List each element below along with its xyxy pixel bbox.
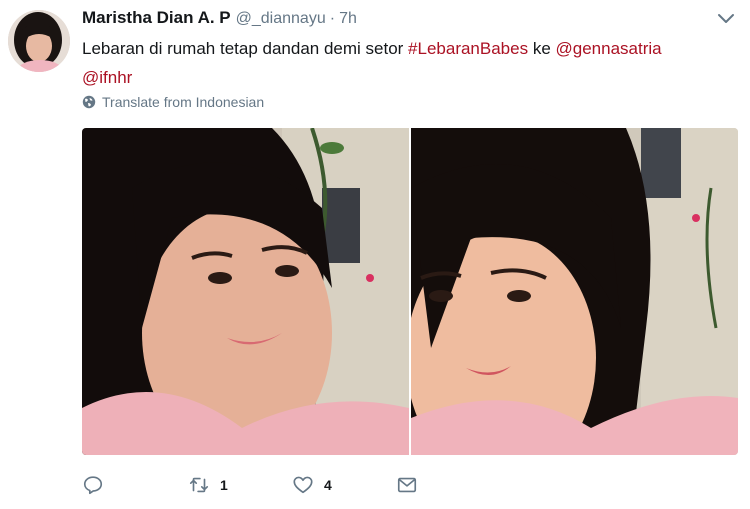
avatar-photo [8,10,70,72]
photo-2[interactable] [411,128,738,455]
like-count: 4 [324,477,332,493]
timestamp[interactable]: 7h [339,10,357,28]
separator: · [329,10,336,27]
translate-link[interactable]: Translate from Indonesian [82,94,264,110]
tweet-header: Maristha Dian A. P @_diannayu · 7h [82,8,357,30]
tweet-actions: 1 4 [82,472,442,498]
heart-icon [293,476,313,494]
author-name[interactable]: Maristha Dian A. P [82,8,231,28]
retweet-count: 1 [220,477,228,493]
avatar[interactable] [8,10,70,72]
author-handle[interactable]: @_diannayu [236,10,326,28]
tweet-text-ke: ke [528,39,556,58]
dm-button[interactable] [396,472,418,498]
tweet-text: Lebaran di rumah tetap dandan demi setor… [82,34,732,92]
globe-icon [82,95,96,109]
tweet-card[interactable]: Maristha Dian A. P @_diannayu · 7h Lebar… [0,0,750,509]
mention-link-2[interactable]: @ifnhr [82,68,132,87]
like-button[interactable]: 4 [292,472,332,498]
retweet-icon [189,477,209,493]
retweet-button[interactable]: 1 [188,472,228,498]
media-grid [82,128,738,455]
translate-label: Translate from Indonesian [102,94,265,110]
reply-icon [83,476,103,495]
photo-1[interactable] [82,128,409,455]
mention-link-1[interactable]: @gennasatria [556,39,662,58]
chevron-down-icon[interactable] [716,12,736,26]
photo-2-image [411,128,738,455]
hashtag-link[interactable]: #LebaranBabes [408,39,528,58]
tweet-text-plain: Lebaran di rumah tetap dandan demi setor [82,39,409,58]
envelope-icon [397,477,417,493]
reply-button[interactable] [82,472,114,498]
photo-1-image [82,128,409,455]
